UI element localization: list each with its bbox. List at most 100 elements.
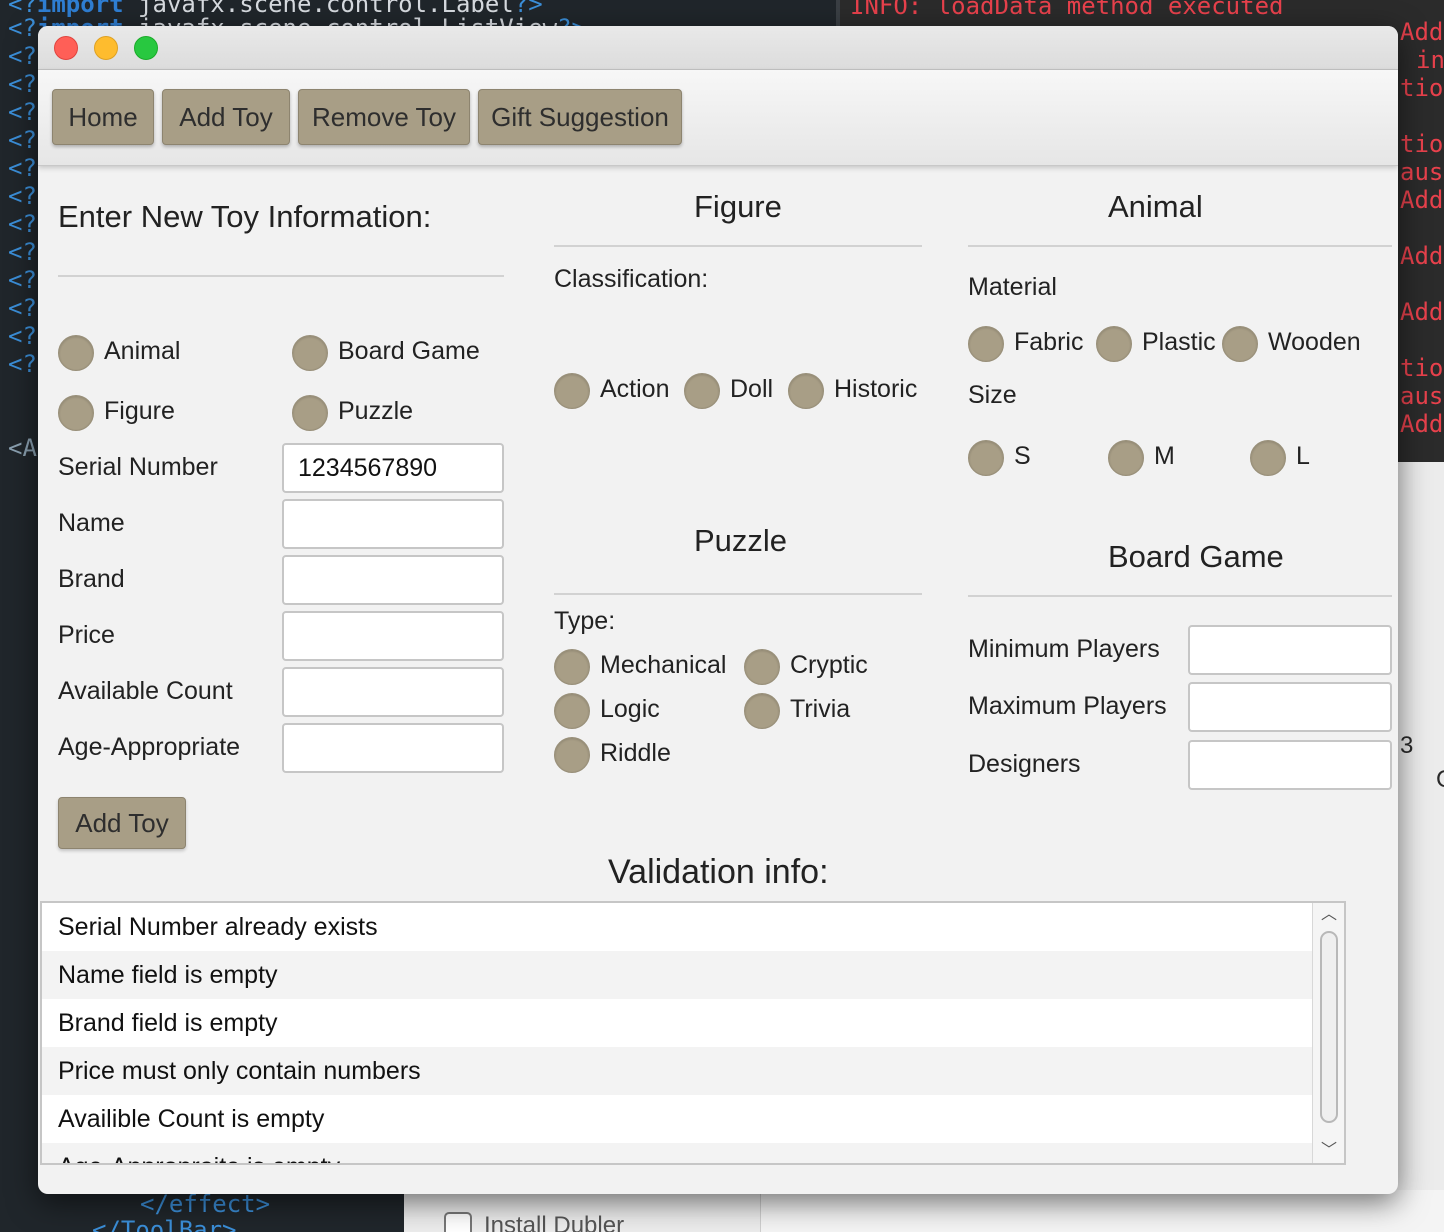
console-line: in — [1416, 46, 1444, 74]
side-number: 3 — [1400, 732, 1414, 759]
size-label: Size — [968, 381, 1017, 409]
board-game-section-title: Board Game — [1108, 539, 1284, 574]
console-line: Add — [1400, 18, 1444, 46]
puzzle-logic-label: Logic — [600, 695, 660, 723]
classification-action-radio[interactable] — [554, 373, 590, 409]
size-l-label: L — [1296, 442, 1310, 470]
ide-panel-strip — [760, 1190, 1444, 1232]
classification-doll-label: Doll — [730, 375, 774, 403]
scroll-up-arrow-icon[interactable]: ︿ — [1313, 903, 1344, 927]
size-l-radio[interactable] — [1250, 440, 1286, 476]
code-line: <? — [8, 350, 37, 378]
code-line: <? — [8, 294, 37, 322]
console-line: Add — [1400, 242, 1444, 270]
type-board-game-radio[interactable] — [292, 335, 328, 371]
puzzle-type-label: Type: — [554, 607, 616, 635]
code-line: <A — [8, 434, 37, 462]
classification-historic-radio[interactable] — [788, 373, 824, 409]
scrollbar-thumb[interactable] — [1320, 931, 1338, 1123]
material-plastic-radio[interactable] — [1096, 326, 1132, 362]
type-figure-radio[interactable] — [58, 395, 94, 431]
puzzle-section-title: Puzzle — [694, 523, 788, 558]
validation-list[interactable]: Serial Number already exists Name field … — [40, 901, 1346, 1165]
console-line: ause — [1400, 158, 1444, 186]
add-toy-nav-button[interactable]: Add Toy — [162, 89, 290, 145]
classification-doll-radio[interactable] — [684, 373, 720, 409]
available-count-input[interactable] — [282, 667, 504, 717]
material-fabric-radio[interactable] — [968, 326, 1004, 362]
validation-title: Validation info: — [608, 853, 829, 891]
puzzle-cryptic-label: Cryptic — [790, 651, 868, 679]
price-input[interactable] — [282, 611, 504, 661]
type-puzzle-radio[interactable] — [292, 395, 328, 431]
min-players-label: Minimum Players — [968, 635, 1160, 663]
material-label: Material — [968, 273, 1057, 301]
material-plastic-label: Plastic — [1142, 328, 1216, 356]
puzzle-riddle-label: Riddle — [600, 739, 671, 767]
console-line: tion — [1400, 354, 1444, 382]
install-checkbox[interactable] — [444, 1212, 472, 1232]
add-toy-form: Enter New Toy Information: Animal Board … — [38, 167, 1398, 1194]
puzzle-cryptic-radio[interactable] — [744, 649, 780, 685]
brand-input[interactable] — [282, 555, 504, 605]
available-count-label: Available Count — [58, 677, 233, 705]
puzzle-logic-radio[interactable] — [554, 693, 590, 729]
serial-number-label: Serial Number — [58, 453, 218, 481]
puzzle-trivia-radio[interactable] — [744, 693, 780, 729]
price-label: Price — [58, 621, 115, 649]
install-label: Install Dubler — [484, 1212, 625, 1232]
validation-message[interactable]: Name field is empty — [42, 951, 1314, 999]
name-input[interactable] — [282, 499, 504, 549]
type-figure-label: Figure — [104, 397, 175, 425]
serial-number-input[interactable] — [282, 443, 504, 493]
min-players-input[interactable] — [1188, 625, 1392, 675]
validation-scrollbar[interactable]: ︿ ﹀ — [1312, 903, 1344, 1163]
size-s-radio[interactable] — [968, 440, 1004, 476]
home-button[interactable]: Home — [52, 89, 154, 145]
age-appropriate-label: Age-Appropriate — [58, 733, 241, 761]
validation-message[interactable]: Availible Count is empty — [42, 1095, 1314, 1143]
code-line: <? — [8, 98, 37, 126]
size-m-label: M — [1154, 442, 1175, 470]
toy-store-window: Home Add Toy Remove Toy Gift Suggestion … — [38, 26, 1398, 1194]
minimize-window-button[interactable] — [94, 36, 118, 60]
code-line: <? — [8, 210, 37, 238]
type-animal-radio[interactable] — [58, 335, 94, 371]
add-toy-submit-button[interactable]: Add Toy — [58, 797, 186, 849]
maximize-window-button[interactable] — [134, 36, 158, 60]
material-wooden-radio[interactable] — [1222, 326, 1258, 362]
gift-suggestion-nav-button[interactable]: Gift Suggestion — [478, 89, 682, 145]
animal-section-title: Animal — [1108, 189, 1203, 224]
console-line: Add — [1400, 410, 1444, 438]
validation-message[interactable]: Age-Appropraite is empty — [42, 1143, 1314, 1163]
board-game-divider — [968, 595, 1392, 597]
puzzle-mechanical-label: Mechanical — [600, 651, 727, 679]
console-line: tion — [1400, 130, 1444, 158]
side-letter: C — [1436, 766, 1444, 794]
remove-toy-nav-button[interactable]: Remove Toy — [298, 89, 470, 145]
validation-message[interactable]: Brand field is empty — [42, 999, 1314, 1047]
classification-label: Classification: — [554, 265, 709, 293]
size-m-radio[interactable] — [1108, 440, 1144, 476]
scroll-down-arrow-icon[interactable]: ﹀ — [1313, 1139, 1344, 1163]
close-window-button[interactable] — [54, 36, 78, 60]
classification-historic-label: Historic — [834, 375, 918, 403]
form-title-divider — [58, 275, 504, 277]
console-line: Add — [1400, 186, 1444, 214]
validation-message[interactable]: Price must only contain numbers — [42, 1047, 1314, 1095]
code-line: <? — [8, 154, 37, 182]
size-s-label: S — [1014, 442, 1031, 470]
code-line: <? — [8, 322, 37, 350]
puzzle-mechanical-radio[interactable] — [554, 649, 590, 685]
figure-divider — [554, 245, 922, 247]
type-animal-label: Animal — [104, 337, 181, 365]
puzzle-riddle-radio[interactable] — [554, 737, 590, 773]
age-appropriate-input[interactable] — [282, 723, 504, 773]
designers-label: Designers — [968, 750, 1081, 778]
max-players-input[interactable] — [1188, 682, 1392, 732]
designers-input[interactable] — [1188, 740, 1392, 790]
validation-message[interactable]: Serial Number already exists — [42, 903, 1314, 951]
type-puzzle-label: Puzzle — [338, 397, 414, 425]
code-line: <? — [8, 126, 37, 154]
console-line: tion — [1400, 74, 1444, 102]
